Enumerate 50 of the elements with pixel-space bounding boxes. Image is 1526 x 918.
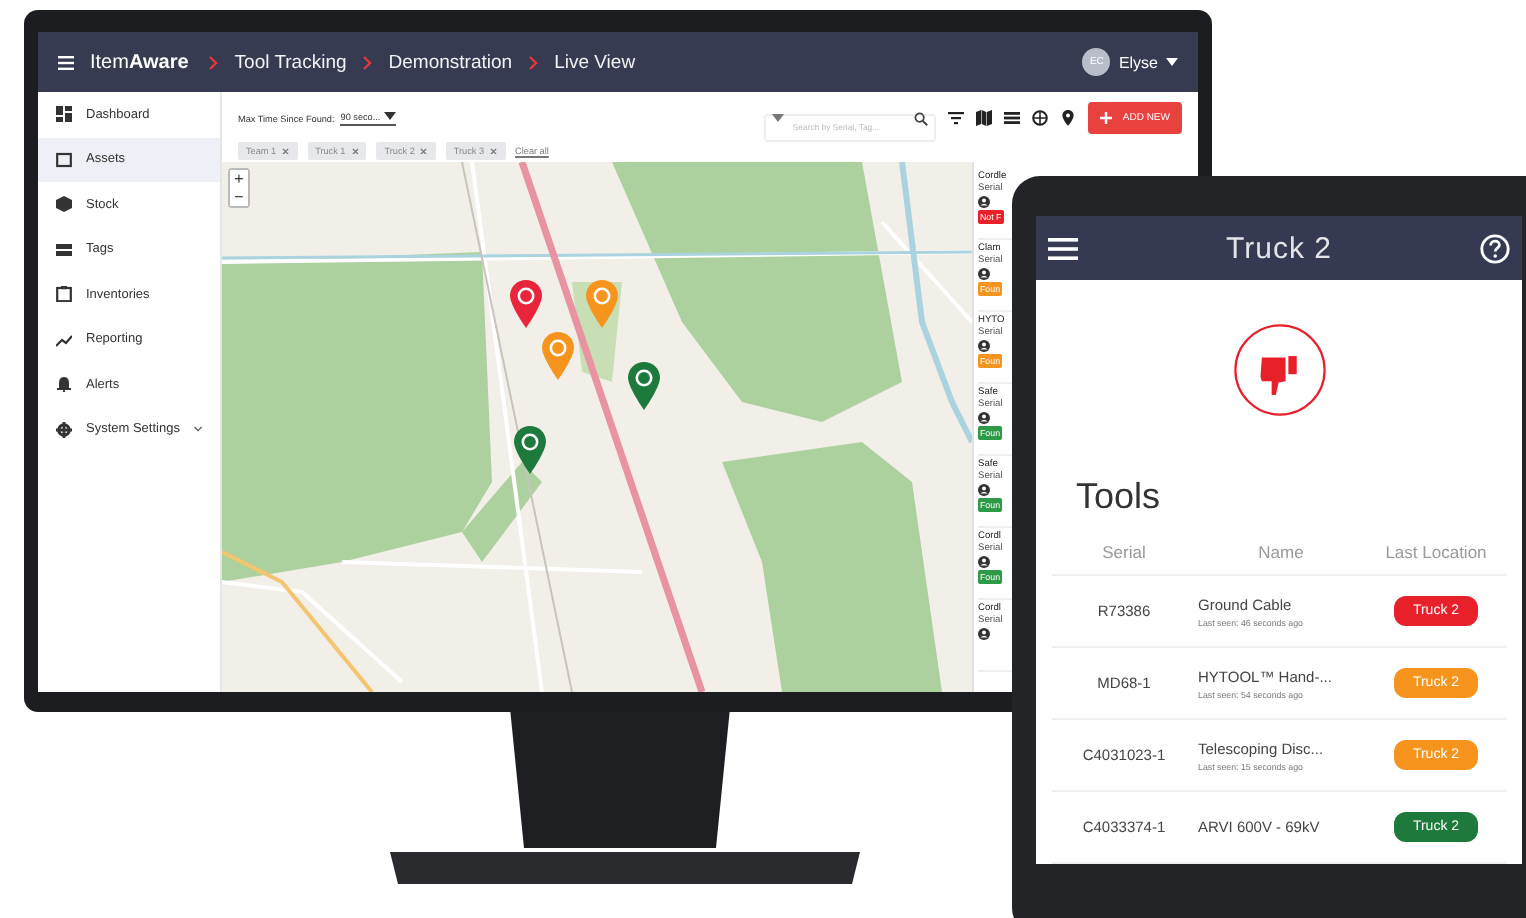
trend-line-icon: [56, 331, 72, 348]
map-pin[interactable]: [628, 362, 660, 410]
tag-icon: [56, 241, 72, 258]
help-icon[interactable]: [1480, 233, 1510, 263]
caret-icon: [384, 112, 397, 120]
user-icon: [978, 556, 990, 568]
filter-icon[interactable]: [948, 110, 965, 126]
caret-icon: [1166, 58, 1178, 66]
menu-icon[interactable]: [58, 55, 74, 69]
cube-icon: [56, 196, 72, 213]
clipboard-icon: [56, 286, 72, 303]
caret-icon: [772, 114, 785, 122]
location-pin-icon[interactable]: [1060, 110, 1077, 126]
map-pin[interactable]: [510, 280, 542, 328]
chevron-down-icon: [193, 426, 202, 433]
bell-icon: [56, 376, 72, 393]
chevron-right-icon: [208, 55, 219, 69]
user-icon: [978, 484, 990, 496]
brand-logo[interactable]: ItemAware: [90, 51, 189, 73]
section-heading: Tools: [1076, 476, 1163, 518]
square-icon: [56, 151, 72, 168]
user-icon: [978, 196, 990, 208]
dashboard-icon: [56, 106, 72, 123]
map-icon[interactable]: [976, 110, 993, 126]
menu-icon[interactable]: [1048, 237, 1078, 259]
user-icon: [978, 340, 990, 352]
user-icon: [978, 412, 990, 424]
search-icon: [914, 111, 929, 125]
breadcrumb-link[interactable]: Tool Tracking: [234, 51, 347, 73]
column-header: Name: [1196, 530, 1366, 575]
close-icon: [282, 147, 290, 155]
gear-icon: [56, 421, 72, 438]
breadcrumb-link[interactable]: Live View: [554, 51, 636, 73]
close-icon: [420, 147, 428, 155]
user-icon: [978, 268, 990, 280]
globe-icon[interactable]: [1032, 110, 1049, 126]
zoom-in-button[interactable]: +: [230, 170, 248, 188]
close-icon: [490, 147, 498, 155]
map-pin[interactable]: [514, 426, 546, 474]
user-name[interactable]: Elyse: [1118, 53, 1158, 71]
chevron-right-icon: [528, 55, 539, 69]
tablet-title: Truck 2: [1224, 231, 1334, 265]
plus-icon: [1100, 112, 1113, 124]
column-header: Last Location: [1366, 530, 1506, 575]
user-icon: [978, 628, 990, 640]
chevron-right-icon: [362, 55, 373, 69]
list-icon[interactable]: [1004, 110, 1021, 126]
column-header: Serial: [1052, 530, 1196, 575]
close-icon: [351, 147, 359, 155]
breadcrumb-link[interactable]: Demonstration: [388, 51, 513, 73]
